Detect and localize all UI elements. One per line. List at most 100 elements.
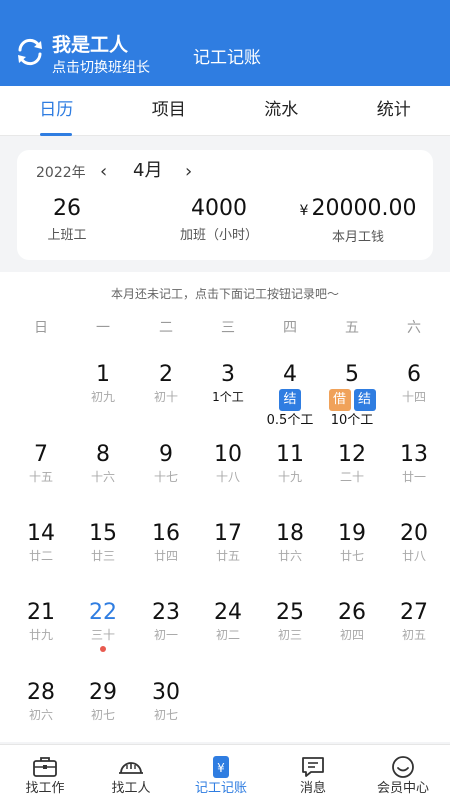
year-label: 2022年 <box>36 165 86 181</box>
helmet-icon <box>119 762 143 774</box>
lunar-date: 二十 <box>339 470 364 484</box>
tab-flow[interactable]: 流水 <box>225 86 338 136</box>
calendar-day[interactable]: 21 廿九 <box>10 600 72 676</box>
calendar-day[interactable]: 1 初九 <box>72 362 134 438</box>
tab-bar: 日历 项目 流水 统计 <box>0 86 450 136</box>
month-label[interactable]: 4月 <box>133 160 162 182</box>
calendar-day[interactable]: 23 初一 <box>135 600 197 676</box>
calendar-day[interactable]: 7 十五 <box>10 442 72 518</box>
nav-member-center[interactable]: 会员中心 <box>358 745 448 800</box>
calendar-day[interactable]: 6 十四 <box>383 362 445 438</box>
calendar-day[interactable]: 18 廿六 <box>259 521 321 597</box>
day-number: 22 <box>89 600 117 625</box>
calendar-day[interactable]: 19 廿七 <box>321 521 383 597</box>
overtime-stat: 4000 加班（小时） <box>165 196 273 244</box>
nav-find-worker[interactable]: 找工人 <box>86 745 176 800</box>
lunar-date: 初七 <box>153 708 178 722</box>
day-number: 18 <box>276 521 304 546</box>
borrow-badge: 借 <box>328 389 351 411</box>
nav-find-job[interactable]: 找工作 <box>0 745 90 800</box>
day-number: 6 <box>407 362 421 387</box>
today-dot <box>100 646 106 652</box>
lunar-date: 初一 <box>153 628 178 642</box>
role-title[interactable]: 我是工人 <box>52 34 128 56</box>
calendar-day[interactable]: 2 初十 <box>135 362 197 438</box>
day-number: 20 <box>400 521 428 546</box>
calendar-day[interactable]: 11 十九 <box>259 442 321 518</box>
day-number: 27 <box>400 600 428 625</box>
calendar-day[interactable]: 24 初二 <box>197 600 259 676</box>
lunar-date: 十六 <box>90 470 115 484</box>
overtime-label: 加班（小时） <box>179 228 258 243</box>
message-icon <box>302 757 324 777</box>
lunar-date: 十七 <box>153 470 178 484</box>
lunar-date: 廿一 <box>401 470 426 484</box>
calendar-day[interactable]: 4 结 0.5个工 <box>259 362 321 438</box>
lunar-date: 十五 <box>28 470 53 484</box>
day-number: 13 <box>400 442 428 467</box>
day-number: 25 <box>276 600 304 625</box>
calendar-day[interactable]: 27 初五 <box>383 600 445 676</box>
next-month-chevron-icon[interactable]: › <box>185 161 192 183</box>
switch-role-icon[interactable] <box>15 37 45 67</box>
lunar-date: 廿二 <box>28 549 53 563</box>
lunar-date: 十八 <box>215 470 240 484</box>
lunar-date: 十九 <box>277 470 302 484</box>
calendar-day[interactable]: 9 十七 <box>135 442 197 518</box>
weekday-header: 三 <box>221 320 235 336</box>
wage-value: 20000.00 <box>311 196 417 221</box>
nav-label: 找工人 <box>111 781 151 796</box>
weekday-header: 日 <box>34 320 48 336</box>
calendar-day[interactable]: 12 二十 <box>321 442 383 518</box>
lunar-date: 初七 <box>90 708 115 722</box>
nav-ledger[interactable]: ¥ 记工记账 <box>176 745 266 800</box>
ledger-icon: ¥ <box>213 756 229 778</box>
calendar-day[interactable]: 16 廿四 <box>135 521 197 597</box>
lunar-date: 廿五 <box>215 549 240 563</box>
day-number: 10 <box>214 442 242 467</box>
day-number: 5 <box>345 362 359 387</box>
currency-symbol: ¥ <box>299 203 309 219</box>
lunar-date: 初四 <box>339 628 364 642</box>
nav-messages[interactable]: 消息 <box>268 745 358 800</box>
day-number: 1 <box>96 362 110 387</box>
calendar-day[interactable]: 17 廿五 <box>197 521 259 597</box>
settle-badge: 结 <box>353 389 376 411</box>
calendar-day[interactable]: 14 廿二 <box>10 521 72 597</box>
app-header: 我是工人 点击切换班组长 记工记账 <box>0 0 450 86</box>
calendar-day[interactable]: 8 十六 <box>72 442 134 518</box>
lunar-date: 廿三 <box>90 549 115 563</box>
day-number: 7 <box>34 442 48 467</box>
briefcase-icon <box>33 757 57 777</box>
lunar-date: 初五 <box>401 628 426 642</box>
prev-month-chevron-icon[interactable]: ‹ <box>100 161 107 183</box>
lunar-date: 廿六 <box>277 549 302 563</box>
tab-statistics[interactable]: 统计 <box>338 86 450 136</box>
calendar-day[interactable]: 10 十八 <box>197 442 259 518</box>
calendar-day[interactable]: 3 1个工 <box>197 362 259 438</box>
tab-calendar[interactable]: 日历 <box>0 86 113 136</box>
work-days-value: 26 <box>53 196 81 221</box>
work-record: 1个工 <box>212 390 244 404</box>
nav-label: 记工记账 <box>194 781 247 796</box>
calendar-day[interactable]: 22 三十 <box>72 600 134 676</box>
lunar-date: 廿九 <box>28 628 53 642</box>
record-badges: 结 <box>259 389 321 411</box>
weekday-header: 二 <box>159 320 173 336</box>
day-number: 30 <box>152 680 180 705</box>
calendar-day[interactable]: 5 借结 10个工 <box>321 362 383 438</box>
record-badges: 借结 <box>321 389 383 411</box>
tab-projects[interactable]: 项目 <box>113 86 226 136</box>
day-number: 16 <box>152 521 180 546</box>
role-switch-hint[interactable]: 点击切换班组长 <box>52 60 150 76</box>
calendar-day[interactable]: 25 初三 <box>259 600 321 676</box>
calendar-day[interactable]: 15 廿三 <box>72 521 134 597</box>
day-number: 21 <box>27 600 55 625</box>
settle-badge: 结 <box>279 389 301 411</box>
lunar-date: 三十 <box>90 628 115 642</box>
calendar-day[interactable]: 13 廿一 <box>383 442 445 518</box>
calendar-day[interactable]: 20 廿八 <box>383 521 445 597</box>
calendar-day[interactable]: 26 初四 <box>321 600 383 676</box>
weekday-header: 六 <box>407 320 421 336</box>
lunar-date: 初三 <box>277 628 302 642</box>
